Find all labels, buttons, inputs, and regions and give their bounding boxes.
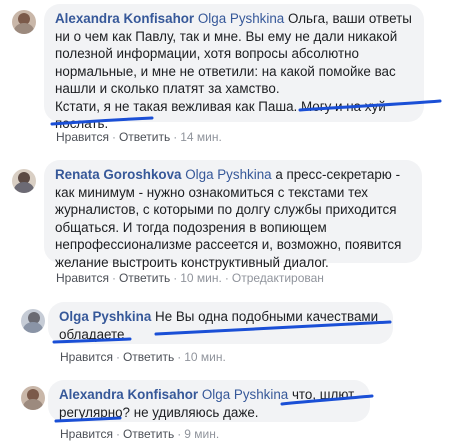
like-link[interactable]: Нравится <box>60 350 113 364</box>
comment-first-line: Alexandra Konfisahor Olga Pyshkina Ольга… <box>55 10 413 28</box>
comment-bubble: Alexandra Konfisahor Olga Pyshkina что, … <box>48 380 370 422</box>
comment-text: как минимум - нужно ознакомиться с текст… <box>55 184 368 200</box>
reply-link[interactable]: Ответить <box>123 350 174 364</box>
comment-actions: Нравится · Ответить · 10 мин. <box>60 350 226 364</box>
edited-label[interactable]: Отредактирован <box>232 271 324 285</box>
comment-text: полезной информации, хотя вопросы абсолю… <box>55 46 359 61</box>
comment-actions: Нравится · Ответить · 14 мин. <box>56 130 222 144</box>
like-link[interactable]: Нравится <box>56 130 109 144</box>
comment-first-line: Olga Pyshkina Не Вы одна подобными качес… <box>59 308 382 326</box>
timestamp[interactable]: 10 мин. <box>184 350 226 364</box>
mention-link[interactable]: Olga Pyshkina <box>185 167 271 182</box>
comment-text: нормальные, и мне не ответили: на какой … <box>55 63 396 79</box>
like-link[interactable]: Нравится <box>56 271 109 285</box>
comment-text: ни о чем как Павлу, так и мне. Вы ему не… <box>55 28 398 44</box>
comment-actions: Нравится · Ответить · 10 мин. · Отредактирован <box>56 271 324 285</box>
timestamp[interactable]: 10 мин. <box>180 271 222 285</box>
mention-link[interactable]: Olga Pyshkina <box>202 387 288 402</box>
avatar[interactable] <box>21 309 45 333</box>
comment-author[interactable]: Alexandra Konfisahor <box>55 11 194 26</box>
comment-bubble: Olga Pyshkina Не Вы одна подобными качес… <box>48 302 393 344</box>
reply-link[interactable]: Ответить <box>119 130 170 144</box>
avatar[interactable] <box>12 169 36 193</box>
comment-text: Кстати, я не такая вежливая как Паша. Мо… <box>55 98 386 114</box>
like-link[interactable]: Нравится <box>60 427 113 441</box>
comment-text: непрофессионализме рассеется и, возможно… <box>55 237 402 252</box>
comment-text: Не Вы одна подобными качествами <box>151 309 379 324</box>
mention-link[interactable]: Olga Pyshkina <box>198 11 284 26</box>
reply-link[interactable]: Ответить <box>119 271 170 285</box>
comment-text: журналистов, с которыми по долгу службы … <box>55 202 397 217</box>
comment-bubble: Alexandra Konfisahor Olga Pyshkina Ольга… <box>44 4 424 131</box>
comment-author[interactable]: Alexandra Konfisahor <box>59 387 198 402</box>
comment-first-line: Renata Goroshkova Olga Pyshkina а пресс-… <box>55 166 411 184</box>
comment-actions: Нравится · Ответить · 9 мин. <box>60 427 220 441</box>
comment-author[interactable]: Renata Goroshkova <box>55 167 182 182</box>
timestamp[interactable]: 14 мин. <box>180 130 222 144</box>
reply-link[interactable]: Ответить <box>123 427 174 441</box>
comment-first-line: Alexandra Konfisahor Olga Pyshkina что, … <box>59 386 359 404</box>
comment-text: желание выстроить конструктивный диалог. <box>55 254 329 270</box>
comment-text: что, шлют <box>288 387 355 402</box>
comment-text: а пресс-секретарю - <box>271 167 401 182</box>
comment-bubble: Renata Goroshkova Olga Pyshkina а пресс-… <box>44 160 422 270</box>
timestamp[interactable]: 9 мин. <box>184 427 219 441</box>
avatar[interactable] <box>12 10 36 34</box>
avatar[interactable] <box>21 386 45 410</box>
comment-text: регулярно? не удивляюсь даже. <box>59 404 259 420</box>
comment-author[interactable]: Olga Pyshkina <box>59 309 151 324</box>
comment-text: обладаете <box>59 326 125 342</box>
comment-text: Ольга, ваши ответы <box>284 11 412 26</box>
comment-text: нашли и сколько платят за хамство. <box>55 81 280 96</box>
comment-text: общаться. И тогда подозрения в вопиющем <box>55 219 327 235</box>
